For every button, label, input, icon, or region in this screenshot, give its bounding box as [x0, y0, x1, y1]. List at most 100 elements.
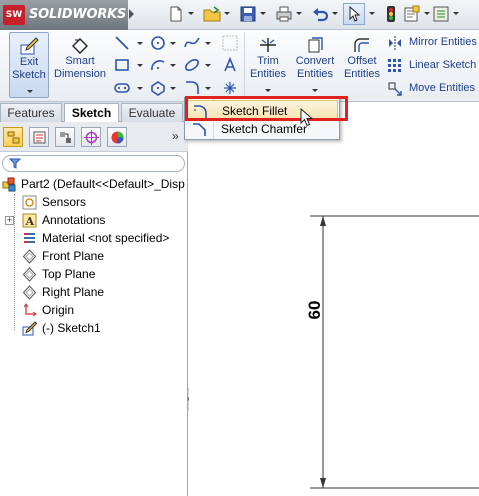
- tree-item-label: Annotations: [42, 213, 106, 227]
- origin-icon: [23, 303, 37, 317]
- convert-dropdown-icon[interactable]: [312, 89, 318, 92]
- file-properties-dropdown-icon[interactable]: [424, 12, 430, 15]
- text-icon[interactable]: [222, 57, 238, 73]
- trim-entities-button[interactable]: Trim Entities: [247, 32, 289, 98]
- smart-dimension-icon: [72, 38, 88, 54]
- linear-pattern-icon: [388, 59, 401, 72]
- sw-logo-icon: SW: [3, 5, 25, 25]
- tab-evaluate[interactable]: Evaluate: [121, 103, 183, 122]
- line-icon[interactable]: [114, 35, 130, 51]
- slot-icon[interactable]: [114, 80, 130, 96]
- dimxpert-manager-tab[interactable]: [81, 127, 101, 147]
- plane-icon: [22, 249, 37, 264]
- polygon-dropdown-icon[interactable]: [170, 87, 176, 90]
- spline-dropdown-icon[interactable]: [205, 42, 211, 45]
- ribbon-separator: [244, 32, 245, 98]
- tab-sketch[interactable]: Sketch: [64, 103, 119, 123]
- convert-entities-icon: [308, 37, 323, 53]
- dimension-arrow-bottom: [320, 478, 326, 488]
- new-document-icon[interactable]: [166, 4, 186, 24]
- property-manager-icon: [33, 131, 46, 144]
- options-dropdown-icon[interactable]: [453, 12, 459, 15]
- circle-icon[interactable]: [150, 35, 166, 51]
- sensors-icon: [22, 195, 37, 210]
- exit-sketch-icon: [20, 37, 39, 55]
- select-dropdown-icon[interactable]: [369, 12, 375, 15]
- tree-item-sketch1[interactable]: (-) Sketch1: [0, 319, 188, 337]
- smart-dimension-button[interactable]: Smart Dimension: [52, 32, 108, 98]
- save-dropdown-icon[interactable]: [260, 12, 266, 15]
- save-icon[interactable]: [238, 4, 258, 24]
- print-dropdown-icon[interactable]: [296, 12, 302, 15]
- more-tabs-icon[interactable]: »: [172, 129, 179, 143]
- dimension-value[interactable]: 60: [305, 297, 324, 323]
- arc-dropdown-icon[interactable]: [170, 64, 176, 67]
- filter-input[interactable]: [2, 155, 185, 172]
- menu-item-sketch-chamfer[interactable]: Sketch Chamfer: [186, 119, 338, 139]
- arc-icon[interactable]: [150, 57, 166, 73]
- spline-icon[interactable]: [184, 35, 200, 51]
- undo-dropdown-icon[interactable]: [332, 12, 338, 15]
- tree-item-material[interactable]: Material <not specified>: [0, 229, 188, 247]
- graphics-area[interactable]: 60: [189, 103, 479, 496]
- feature-manager-tab[interactable]: [3, 127, 23, 147]
- ellipse-icon[interactable]: [184, 57, 200, 73]
- convert-entities-button[interactable]: Convert Entities: [291, 32, 339, 98]
- part-icon: [2, 177, 16, 192]
- trim-dropdown-icon[interactable]: [265, 89, 271, 92]
- new-dropdown-icon[interactable]: [188, 12, 194, 15]
- feature-manager-toolbar: »: [0, 122, 188, 152]
- rebuild-icon[interactable]: [381, 4, 401, 24]
- move-entities-label: Move Entities: [409, 82, 476, 94]
- print-icon[interactable]: [274, 4, 294, 24]
- tree-item-front-plane[interactable]: Front Plane: [0, 247, 188, 265]
- tree-item-origin[interactable]: Origin: [0, 301, 188, 319]
- exit-sketch-dropdown-icon[interactable]: [27, 90, 33, 93]
- point-icon[interactable]: [222, 80, 238, 96]
- select-button[interactable]: [343, 3, 365, 25]
- property-manager-tab[interactable]: [29, 127, 49, 147]
- tree-item-label: Origin: [42, 303, 75, 317]
- tree-item-sensors[interactable]: Sensors: [0, 193, 188, 211]
- undo-icon[interactable]: [310, 4, 330, 24]
- svg-text:A: A: [25, 215, 35, 228]
- tree-item-label: Right Plane: [42, 285, 105, 299]
- rectangle-dropdown-icon[interactable]: [137, 64, 143, 67]
- tree-item-right-plane[interactable]: Right Plane: [0, 283, 188, 301]
- menu-expand-icon[interactable]: [129, 9, 134, 19]
- open-dropdown-icon[interactable]: [224, 12, 230, 15]
- tree-root-label: Part2 (Default<<Default>_Disp: [21, 177, 185, 191]
- tree-item-label: Front Plane: [42, 249, 105, 263]
- open-folder-icon[interactable]: [202, 4, 222, 24]
- options-icon[interactable]: [431, 4, 451, 24]
- fillet-dropdown-icon[interactable]: [205, 87, 211, 90]
- tree-item-annotations[interactable]: + A Annotations: [0, 211, 188, 229]
- polygon-icon[interactable]: [150, 80, 166, 96]
- circle-dropdown-icon[interactable]: [170, 42, 176, 45]
- mouse-cursor-icon: [300, 108, 313, 127]
- display-delete-relations-icon[interactable]: [222, 35, 238, 51]
- trim-entities-icon: [260, 38, 276, 52]
- solidworks-logo[interactable]: SW SOLIDWORKS: [0, 0, 128, 30]
- line-dropdown-icon[interactable]: [137, 42, 143, 45]
- ellipse-dropdown-icon[interactable]: [205, 64, 211, 67]
- tab-features[interactable]: Features: [0, 103, 62, 122]
- app-name: SOLIDWORKS: [29, 7, 127, 22]
- configuration-manager-tab[interactable]: [55, 127, 75, 147]
- file-properties-icon[interactable]: [402, 4, 422, 24]
- tree-item-top-plane[interactable]: Top Plane: [0, 265, 188, 283]
- sketch-canvas: [310, 215, 479, 489]
- tree-item-label: Top Plane: [42, 267, 96, 281]
- slot-dropdown-icon[interactable]: [137, 87, 143, 90]
- display-manager-tab[interactable]: [107, 127, 127, 147]
- tree-root-part[interactable]: Part2 (Default<<Default>_Disp: [0, 175, 188, 193]
- rectangle-icon[interactable]: [114, 57, 130, 73]
- sketch-fillet-icon[interactable]: [184, 80, 200, 96]
- exit-sketch-button[interactable]: Exit Sketch: [9, 32, 49, 98]
- mirror-entities-icon: [389, 36, 401, 50]
- offset-entities-button[interactable]: Offset Entities: [341, 32, 383, 98]
- expand-icon[interactable]: +: [5, 216, 14, 225]
- dimension-arrow-top: [320, 216, 326, 226]
- linear-sketch-pattern-label: Linear Sketch P: [409, 59, 479, 71]
- menu-item-label: Sketch Chamfer: [221, 122, 308, 136]
